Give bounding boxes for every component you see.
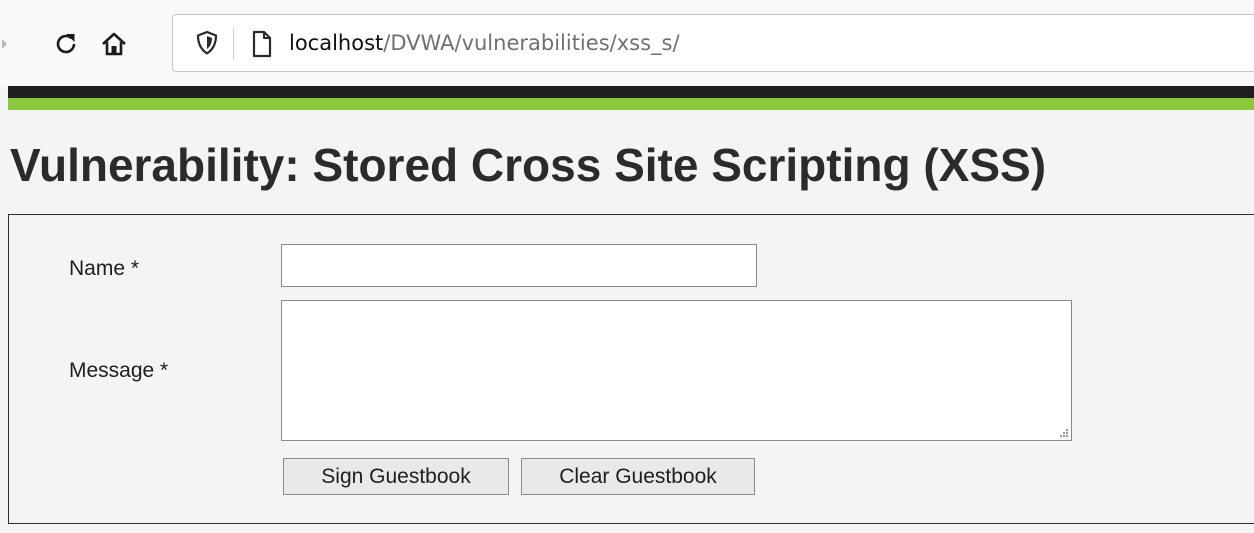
reload-icon[interactable]	[48, 26, 84, 62]
message-label: Message *	[69, 359, 169, 382]
url-path: /DVWA/vulnerabilities/xss_s/	[383, 31, 680, 55]
name-input[interactable]	[281, 244, 757, 287]
message-textarea[interactable]	[281, 300, 1072, 441]
header-green-stripe	[8, 98, 1254, 110]
header-dark-stripe	[8, 86, 1254, 98]
back-arrow-icon[interactable]	[0, 34, 10, 54]
url-host: localhost	[289, 31, 384, 55]
clear-guestbook-button[interactable]: Clear Guestbook	[521, 458, 755, 495]
page-icon[interactable]	[249, 29, 275, 59]
page-title: Vulnerability: Stored Cross Site Scripti…	[10, 139, 1047, 191]
name-label: Name *	[69, 257, 140, 280]
sign-guestbook-button[interactable]: Sign Guestbook	[283, 458, 509, 495]
browser-toolbar: localhost/DVWA/vulnerabilities/xss_s/	[0, 0, 1254, 86]
home-icon[interactable]	[96, 26, 132, 62]
address-bar[interactable]: localhost/DVWA/vulnerabilities/xss_s/	[172, 14, 1254, 72]
tracking-shield-icon[interactable]	[193, 29, 221, 57]
url-text[interactable]: localhost/DVWA/vulnerabilities/xss_s/	[289, 29, 680, 57]
resize-grip-icon[interactable]	[1055, 425, 1069, 439]
guestbook-form: Name * Message * Sign Guestbook Clear Gu…	[8, 214, 1254, 524]
url-separator	[233, 27, 234, 60]
